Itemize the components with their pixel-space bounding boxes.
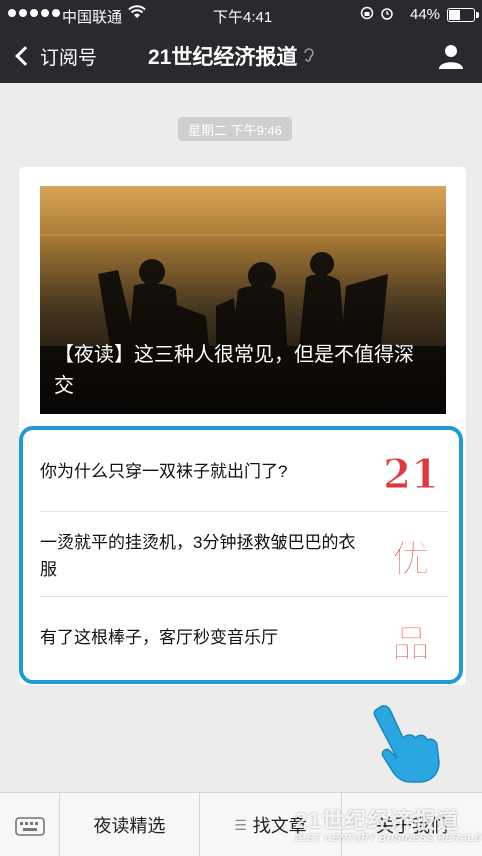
message-timestamp: 星期二 下午9:46 (178, 117, 292, 141)
thumb-text: 优 (392, 537, 430, 581)
divider (40, 596, 448, 597)
hero-article-title: 【夜读】这三种人很常见，但是不值得深交 (54, 344, 414, 397)
thumb-text: 品 (392, 622, 430, 666)
page-title: 21世纪经济报道 (148, 40, 315, 72)
menu-label: 夜读精选 (93, 816, 166, 836)
list-item-thumbnail: 品 (375, 615, 447, 667)
ear-mode-icon (303, 47, 315, 66)
signal-strength-icon (8, 9, 60, 17)
alarm-icon (381, 8, 393, 20)
list-item[interactable]: 一烫就平的挂烫机，3分钟拯救皱巴巴的衣服 优 (23, 518, 459, 596)
battery-percent: 44% (410, 6, 441, 23)
article-card: 【夜读】这三种人很常见，但是不值得深交 你为什么只穿一双袜子就出门了? 21 一… (19, 167, 466, 685)
list-item-thumbnail: 21 (375, 446, 447, 499)
watermark: 21世纪经济报道 21ST CENTURY BUSINESS HERALD (295, 808, 482, 844)
keyboard-toggle-button[interactable] (0, 793, 60, 856)
list-item-title: 一烫就平的挂烫机，3分钟拯救皱巴巴的衣服 (40, 533, 356, 579)
carrier-label: 中国联通 (62, 9, 123, 26)
profile-icon[interactable] (437, 42, 465, 70)
hero-article[interactable]: 【夜读】这三种人很常见，但是不值得深交 (40, 186, 446, 414)
battery-icon (447, 8, 479, 22)
thumb-text: 21 (383, 451, 439, 498)
highlight-frame: 你为什么只穿一双袜子就出门了? 21 一烫就平的挂烫机，3分钟拯救皱巴巴的衣服 … (19, 426, 463, 684)
divider (40, 511, 448, 512)
submenu-icon: ☰ (234, 816, 247, 833)
rotation-lock-icon (360, 6, 374, 20)
keyboard-icon (14, 817, 45, 836)
pointing-hand-icon (369, 702, 449, 786)
account-name: 21世纪经济报道 (148, 46, 298, 69)
list-item[interactable]: 有了这根棒子，客厅秒变音乐厅 品 (23, 602, 459, 676)
list-item-title: 你为什么只穿一双袜子就出门了? (40, 462, 288, 481)
list-item-thumbnail: 优 (375, 530, 447, 582)
back-label: 订阅号 (40, 47, 98, 69)
chevron-left-icon (15, 46, 35, 66)
back-button[interactable]: 订阅号 (12, 40, 97, 72)
status-bar: 中国联通 下午4:41 44% (0, 0, 482, 30)
clock: 下午4:41 (213, 9, 273, 26)
list-item-title: 有了这根棒子，客厅秒变音乐厅 (40, 628, 278, 647)
menu-night-reading[interactable]: 夜读精选 (60, 793, 200, 856)
wifi-icon (128, 4, 146, 24)
top-bar: 中国联通 下午4:41 44% 订阅号 21世纪经济报道 (0, 0, 482, 83)
list-item[interactable]: 你为什么只穿一双袜子就出门了? 21 (23, 440, 459, 504)
battery-fill (449, 10, 460, 20)
